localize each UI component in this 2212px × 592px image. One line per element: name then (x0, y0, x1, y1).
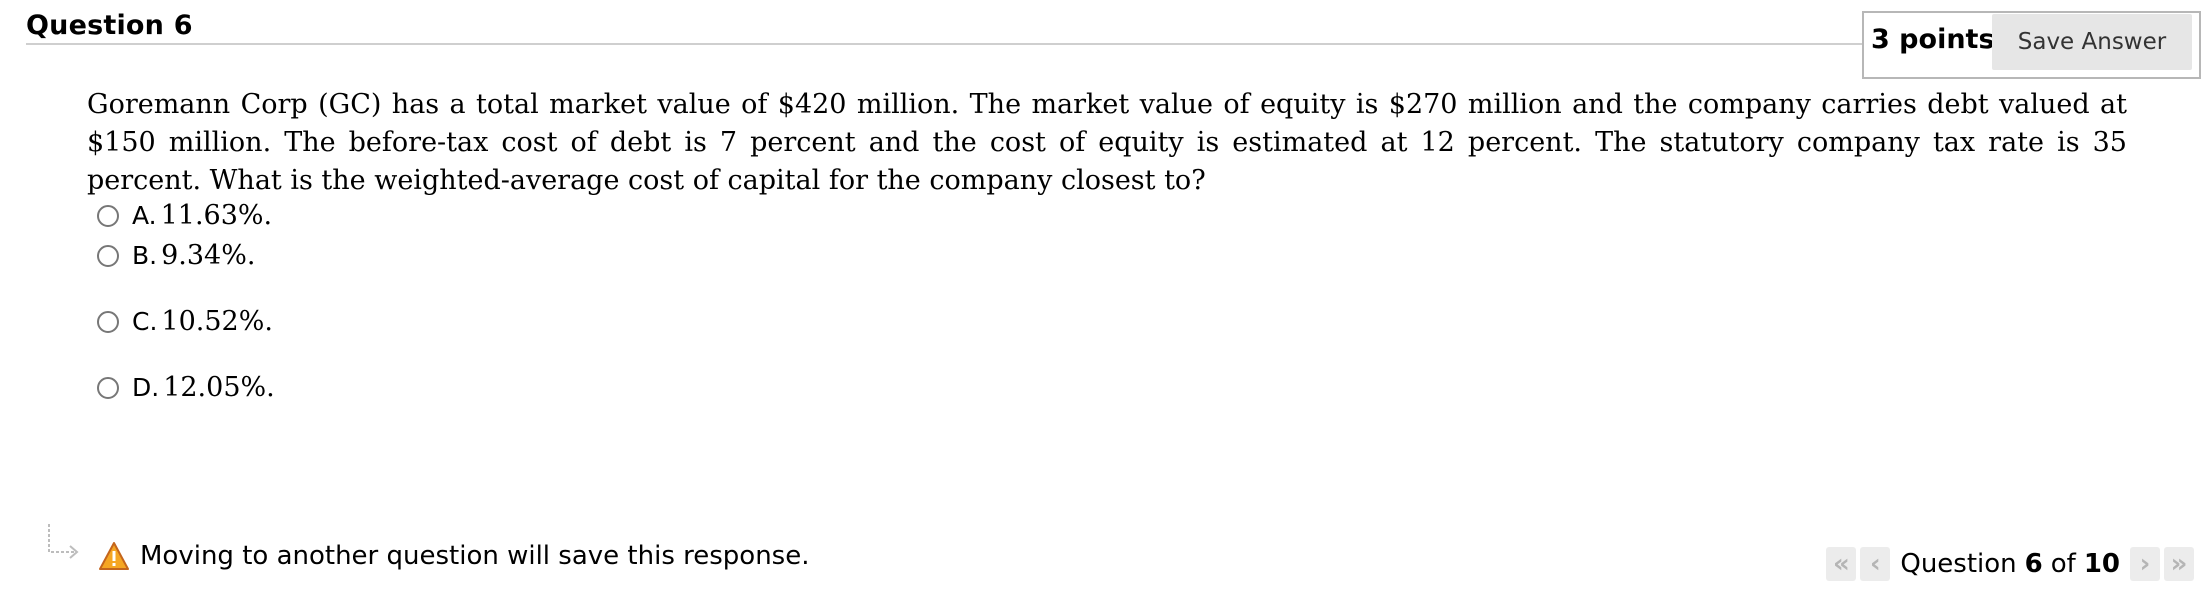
option-c-letter: C. (132, 307, 158, 336)
option-c[interactable]: C. 10.52%. (97, 306, 273, 337)
question-title: Question 6 (26, 10, 193, 41)
option-b-text: 9.34%. (161, 240, 256, 271)
option-d-letter: D. (132, 373, 160, 402)
option-a-text: 11.63%. (160, 200, 273, 231)
question-pager: « ‹ Question 6 of 10 › » (1824, 546, 2196, 582)
pager-word: Question (1900, 549, 2017, 579)
question-text: Goremann Corp (GC) has a total market va… (87, 89, 2127, 196)
chevron-left-icon[interactable]: ‹ (1860, 547, 1891, 581)
pager-of: of (2050, 549, 2076, 579)
pager-label: Question 6 of 10 (1900, 549, 2120, 579)
option-d-text: 12.05%. (163, 372, 275, 403)
option-a[interactable]: A. 11.63%. (97, 200, 272, 231)
option-c-text: 10.52%. (161, 306, 273, 337)
option-b[interactable]: B. 9.34%. (97, 240, 255, 271)
option-b-letter: B. (132, 241, 158, 270)
warning-text: Moving to another question will save thi… (140, 541, 810, 571)
save-answer-button[interactable]: Save Answer (1992, 14, 2192, 70)
warning-triangle-icon (99, 542, 129, 570)
double-chevron-left-icon[interactable]: « (1826, 547, 1857, 581)
chevron-right-icon[interactable]: › (2130, 547, 2160, 581)
option-d[interactable]: D. 12.05%. (97, 372, 275, 403)
option-c-radio[interactable] (97, 310, 119, 333)
option-d-radio[interactable] (97, 376, 119, 399)
pager-current: 6 (2024, 549, 2043, 579)
double-chevron-right-icon[interactable]: » (2164, 547, 2194, 581)
return-arrow-icon (48, 524, 79, 559)
save-warning: Moving to another question will save thi… (98, 541, 810, 571)
option-a-letter: A. (132, 201, 157, 230)
option-b-radio[interactable] (97, 244, 119, 267)
pager-total: 10 (2083, 549, 2120, 579)
points-label: 3 points (1871, 24, 1995, 55)
header-divider (26, 43, 1866, 45)
option-a-radio[interactable] (97, 204, 119, 227)
